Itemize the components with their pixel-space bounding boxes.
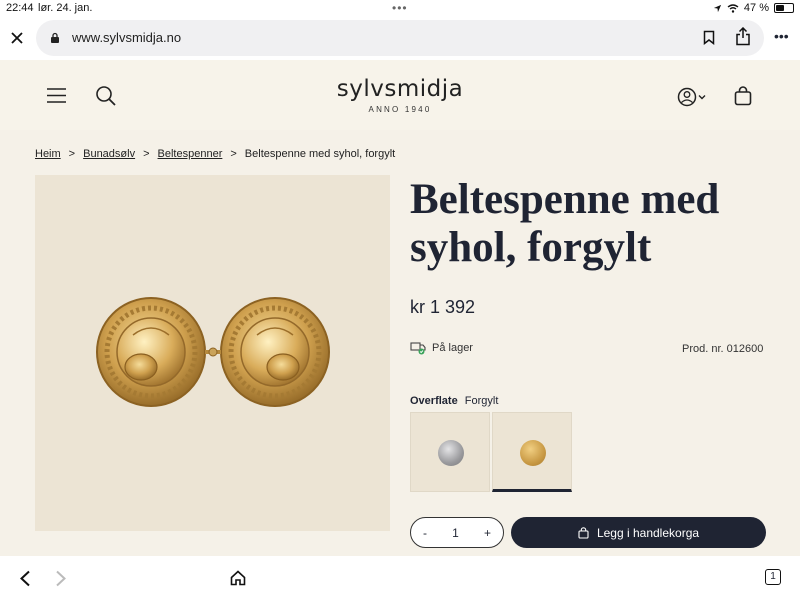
breadcrumb-current: Beltespenne med syhol, forgylt — [244, 148, 396, 160]
browser-toolbar: 1 — [0, 556, 800, 600]
product-title: Beltespenne med syhol, forgylt — [410, 176, 720, 271]
belt-buckle-image — [96, 297, 330, 407]
quantity-increase-button[interactable]: + — [484, 526, 491, 540]
multitask-dots-icon[interactable]: ••• — [392, 1, 408, 15]
shopping-bag-icon[interactable] — [734, 86, 752, 106]
site-header: sylvsmidja ANNO 1940 — [0, 60, 800, 130]
lock-icon — [51, 32, 59, 43]
finish-label: Overflate — [410, 395, 458, 407]
stock-label: På lager — [432, 342, 473, 354]
swatch-gold[interactable] — [492, 412, 572, 492]
battery-icon — [774, 3, 794, 13]
site-logo[interactable]: sylvsmidja ANNO 1940 — [300, 76, 500, 114]
forward-icon[interactable] — [55, 570, 67, 587]
browser-bar: www.sylvsmidja.no ••• — [0, 16, 800, 60]
finish-label-row: Overflate Forgylt — [410, 395, 498, 407]
swatch-silver[interactable] — [410, 412, 490, 492]
logo-subtitle: ANNO 1940 — [368, 105, 432, 114]
breadcrumb-separator: > — [68, 148, 76, 160]
close-icon[interactable] — [10, 31, 24, 45]
wifi-icon — [727, 3, 739, 13]
product-price: kr 1 392 — [410, 297, 476, 317]
breadcrumb-separator: > — [143, 148, 150, 160]
more-options-icon[interactable]: ••• — [774, 28, 789, 44]
add-to-cart-label: Legg i handlekorga — [596, 525, 700, 540]
url-text[interactable]: www.sylvsmidja.no — [72, 30, 181, 45]
delivery-truck-icon — [410, 342, 426, 355]
tabs-button[interactable]: 1 — [765, 569, 781, 585]
stock-status: På lager — [410, 341, 473, 355]
status-time: 22:44 — [6, 2, 34, 14]
tabs-count: 1 — [770, 571, 776, 582]
logo-name: sylvsmidja — [336, 76, 464, 102]
search-icon[interactable] — [95, 85, 117, 107]
quantity-decrease-button[interactable]: - — [423, 526, 427, 540]
home-icon[interactable] — [230, 570, 246, 586]
silver-swatch-dot — [438, 440, 464, 466]
product-image[interactable] — [35, 175, 390, 531]
finish-value: Forgylt — [464, 395, 499, 407]
breadcrumb-separator: > — [230, 148, 237, 160]
quantity-stepper: - 1 + — [410, 517, 504, 548]
back-icon[interactable] — [19, 570, 31, 587]
status-indicators: 47 % — [713, 2, 794, 14]
gold-swatch-dot — [520, 440, 546, 466]
breadcrumb: Heim > Bunadsølv > Beltespenner > Beltes… — [35, 148, 395, 160]
breadcrumb-link-bunadsolv[interactable]: Bunadsølv — [83, 148, 135, 160]
battery-percent: 47 % — [743, 2, 769, 14]
menu-icon[interactable] — [47, 88, 66, 103]
bookmark-icon[interactable] — [703, 30, 715, 45]
status-date: lør. 24. jan. — [38, 2, 93, 14]
status-bar: 22:44 lør. 24. jan. ••• 47 % — [0, 0, 800, 16]
location-icon — [713, 4, 722, 12]
add-to-cart-button[interactable]: Legg i handlekorga — [511, 517, 766, 548]
quantity-value[interactable]: 1 — [452, 526, 459, 540]
shopping-bag-icon — [578, 526, 589, 539]
share-icon[interactable] — [735, 27, 751, 46]
breadcrumb-link-home[interactable]: Heim — [35, 148, 61, 160]
account-icon[interactable] — [677, 87, 707, 107]
breadcrumb-link-beltespenner[interactable]: Beltespenner — [158, 148, 223, 160]
product-number: Prod. nr. 012600 — [682, 343, 764, 355]
